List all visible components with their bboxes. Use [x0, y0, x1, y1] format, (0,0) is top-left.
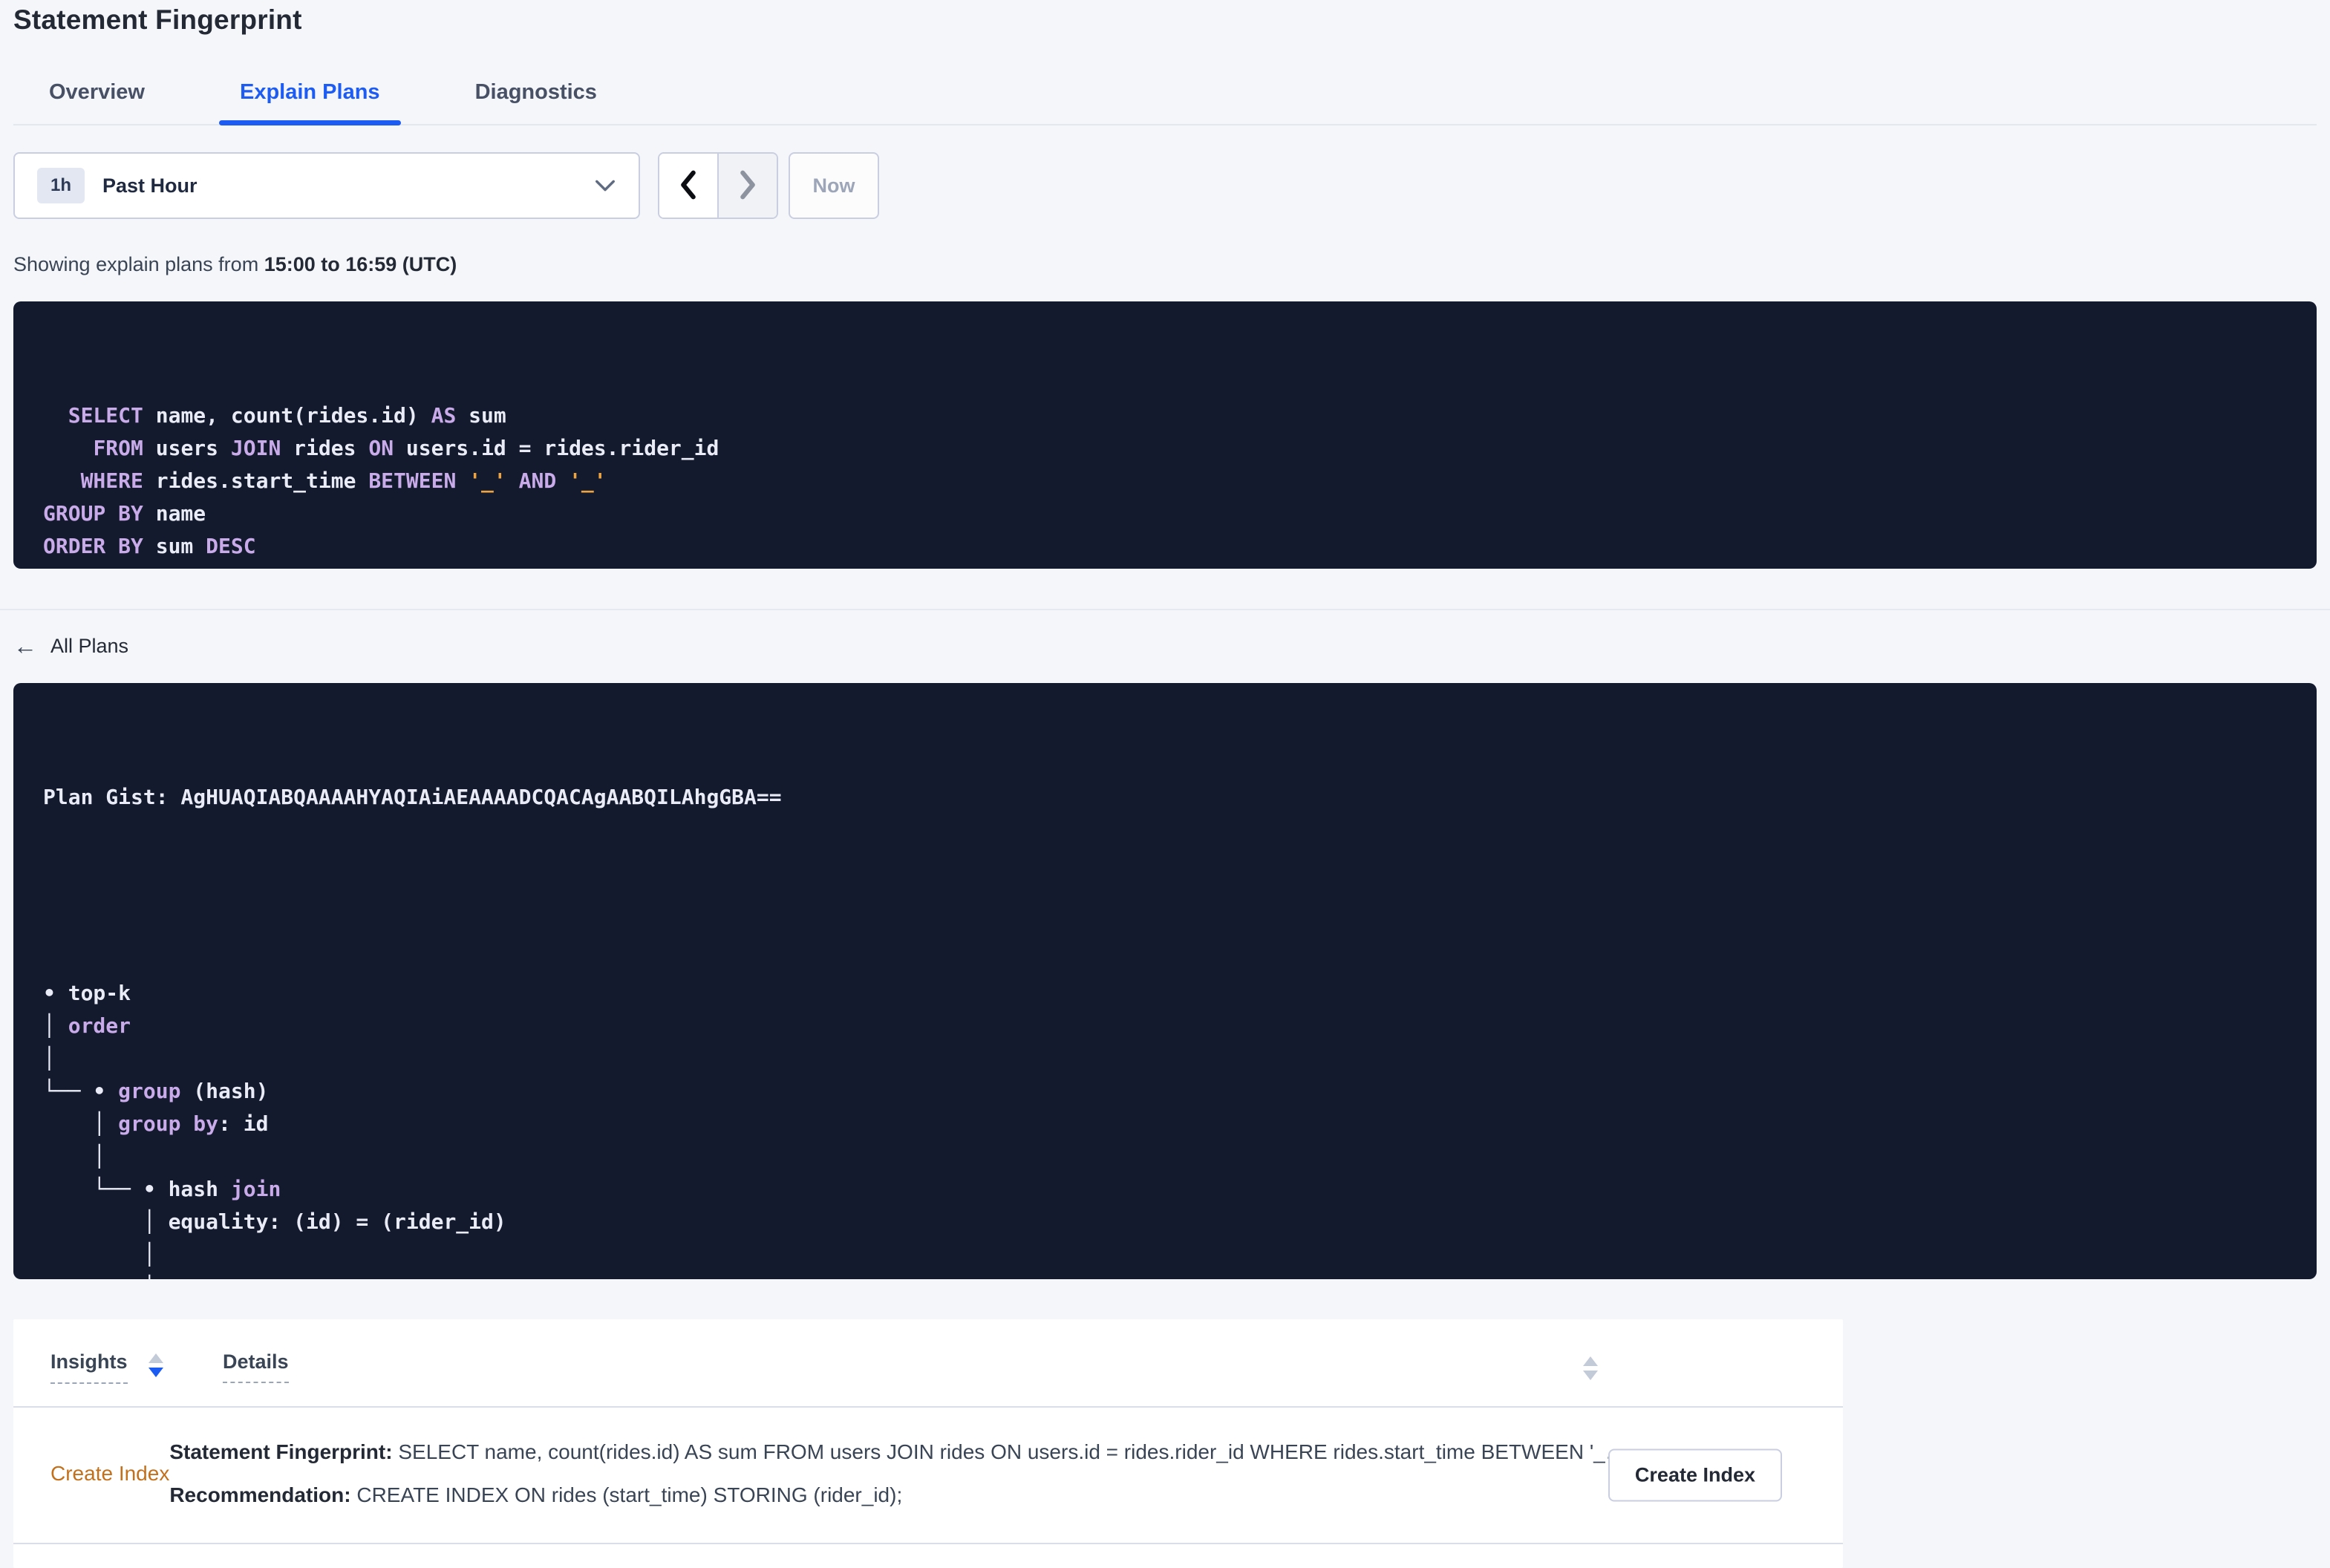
column-header-insights[interactable]: Insights	[50, 1350, 223, 1384]
page-title: Statement Fingerprint	[13, 4, 302, 35]
all-plans-link[interactable]: ← All Plans	[13, 630, 128, 662]
time-range-value: 15:00 to 16:59 (UTC)	[264, 253, 457, 275]
time-nav-group	[658, 152, 778, 219]
recommendation-detail: Recommendation: CREATE INDEX ON rides (s…	[169, 1483, 903, 1506]
plan-gist-line: Plan Gist: AgHUAQIABQAAAAHYAQIAiAEAAAADC…	[43, 785, 782, 809]
now-button[interactable]: Now	[789, 152, 879, 219]
section-divider	[0, 609, 2330, 610]
column-header-details[interactable]: Details	[223, 1350, 289, 1383]
chevron-left-icon	[676, 168, 700, 204]
insight-create-index-link[interactable]: Create Index	[50, 1462, 169, 1485]
chevron-right-icon	[736, 168, 760, 204]
time-controls: 1h Past Hour Now	[13, 152, 2317, 219]
table-row: Create Index Statement Fingerprint: SELE…	[13, 1408, 1843, 1544]
tab-overview[interactable]: Overview	[28, 65, 166, 124]
create-index-button[interactable]: Create Index	[1608, 1448, 1782, 1502]
sort-icon-details[interactable]	[1583, 1356, 1598, 1380]
tab-explain-plans[interactable]: Explain Plans	[218, 65, 401, 125]
sort-icon-insights[interactable]	[148, 1353, 163, 1377]
chevron-down-icon	[594, 178, 616, 193]
all-plans-label: All Plans	[50, 634, 129, 657]
showing-explain-plans-text: Showing explain plans from 15:00 to 16:5…	[13, 253, 457, 275]
statement-fingerprint-detail: Statement Fingerprint: SELECT name, coun…	[169, 1440, 1626, 1463]
insights-table: Insights Details Create Index Statement	[13, 1319, 1843, 1568]
time-range-select[interactable]: 1h Past Hour	[13, 152, 640, 219]
sql-statement-block: SELECT name, count(rides.id) AS sum FROM…	[13, 301, 2317, 569]
insights-table-header: Insights Details	[13, 1319, 1843, 1408]
time-range-badge: 1h	[37, 168, 85, 203]
tab-diagnostics[interactable]: Diagnostics	[454, 65, 618, 124]
sql-statement-lines: SELECT name, count(rides.id) AS sum FROM…	[43, 403, 719, 569]
statement-fingerprint-page: Statement Fingerprint Overview Explain P…	[0, 0, 2330, 1568]
back-arrow-icon: ←	[13, 633, 37, 659]
tab-bar: Overview Explain Plans Diagnostics	[13, 65, 2317, 125]
plan-tree: • top-k │ order │ └── • group (hash) │ grou…	[43, 981, 506, 1279]
next-time-button[interactable]	[717, 154, 777, 218]
time-range-label: Past Hour	[102, 174, 198, 197]
prev-time-button[interactable]	[659, 154, 717, 218]
plan-gist-block: Plan Gist: AgHUAQIABQAAAAHYAQIAiAEAAAADC…	[13, 683, 2317, 1279]
